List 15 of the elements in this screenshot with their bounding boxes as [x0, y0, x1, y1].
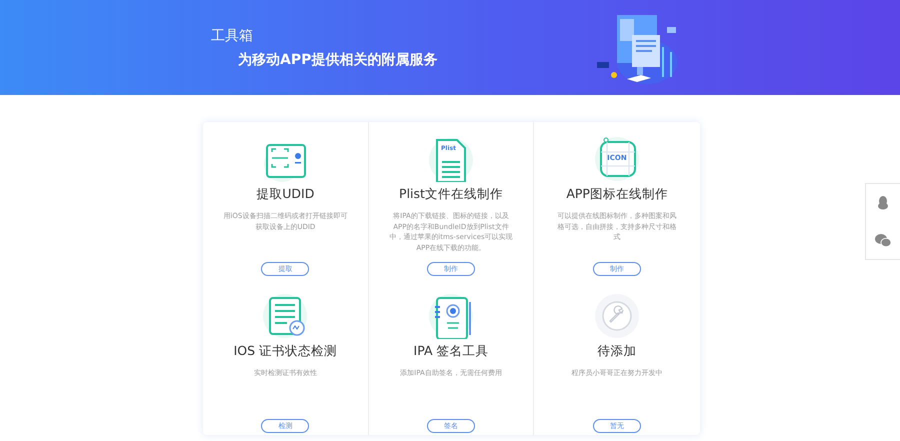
tool-title: Plist文件在线制作 [399, 186, 503, 203]
tool-title: 待添加 [598, 342, 637, 360]
app-icon-grid-icon [593, 136, 642, 182]
penguin-icon[interactable] [877, 196, 889, 210]
banner-title: 工具箱 [211, 26, 254, 44]
tool-title: IOS 证书状态检测 [234, 342, 338, 360]
tool-title: IPA 签名工具 [414, 342, 488, 360]
banner-subtitle: 为移动APP提供相关的附属服务 [238, 50, 438, 68]
document-magnifier-icon [261, 292, 310, 338]
document-icon [426, 136, 475, 182]
chat-bubbles-icon[interactable] [875, 234, 891, 247]
wrench-icon [593, 292, 642, 338]
tool-title: 提取UDID [256, 186, 314, 203]
tool-title: APP图标在线制作 [566, 186, 668, 203]
notebook-wrench-icon [426, 292, 475, 338]
